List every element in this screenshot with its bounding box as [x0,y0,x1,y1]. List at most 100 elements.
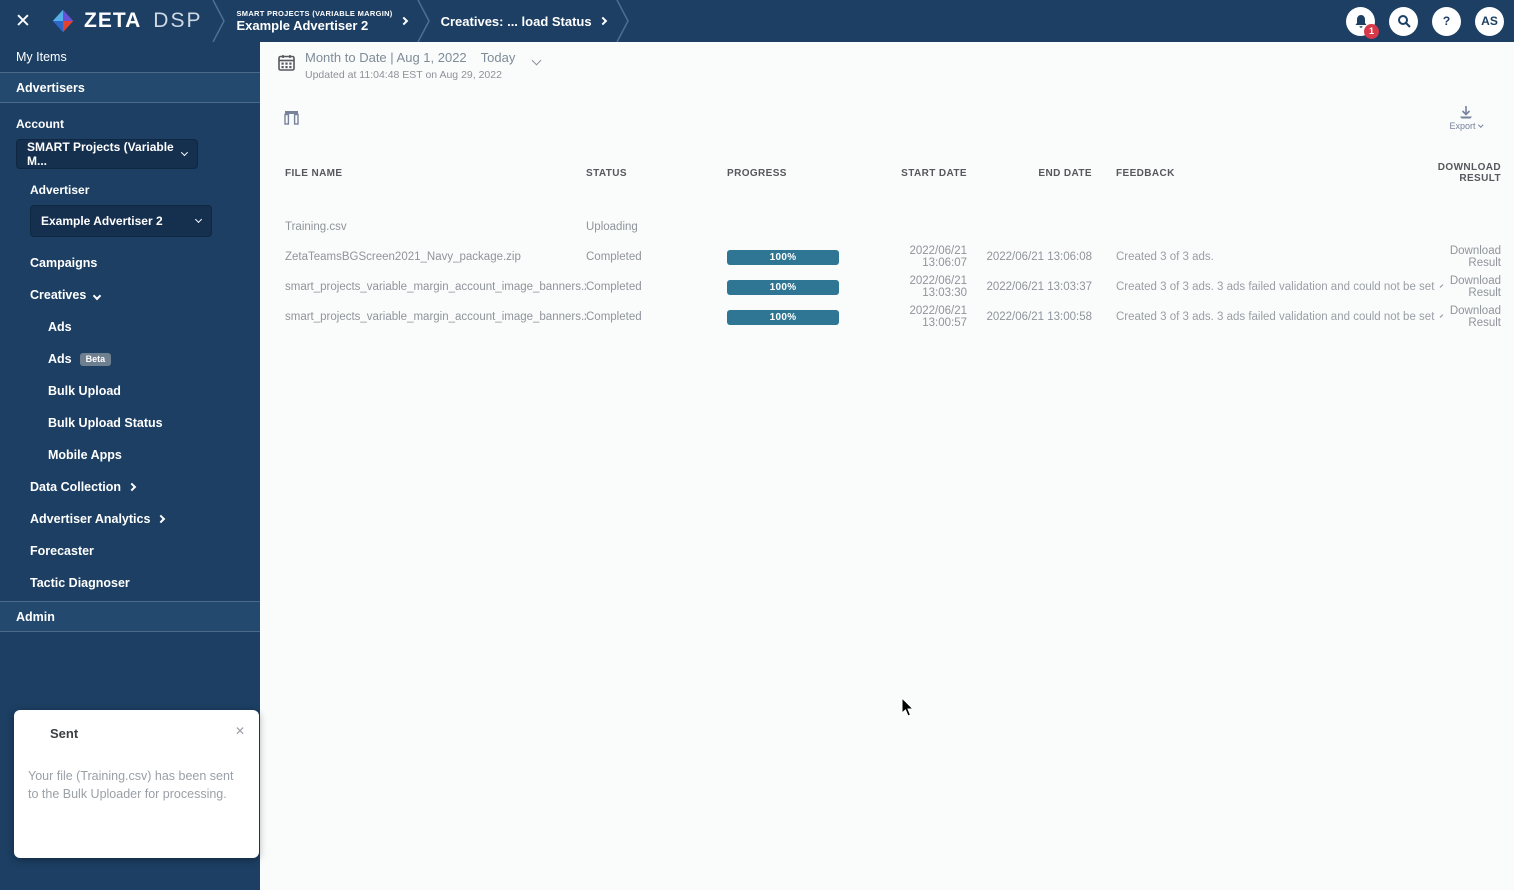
download-icon [1458,106,1474,120]
table-row: smart_projects_variable_margin_account_i… [285,302,1501,332]
sidebar-item-advertiser-analytics[interactable]: Advertiser Analytics [0,503,260,535]
table-row: Training.csv Uploading [285,212,1501,242]
sidebar-item-data-collection[interactable]: Data Collection [0,471,260,503]
cell-start-date: 2022/06/21 13:03:30 [875,275,967,299]
advertiser-label: Advertiser [0,183,260,197]
account-label: Account [0,117,260,131]
export-label: Export [1449,121,1475,131]
cell-progress: 100% [727,250,875,265]
header-status[interactable]: STATUS [586,168,727,179]
breadcrumb-advertiser-label: Example Advertiser 2 [236,18,392,34]
avatar[interactable]: AS [1475,7,1504,36]
notification-badge: 1 [1364,24,1379,39]
cell-end-date: 2022/06/21 13:03:37 [967,281,1092,293]
breadcrumb-separator-icon [417,0,431,42]
cell-feedback: Created 3 of 3 ads. [1092,251,1416,263]
date-range-control[interactable]: Month to Date | Aug 1, 2022 Today Update… [278,50,540,81]
table-header: FILE NAME STATUS PROGRESS START DATE END… [285,162,1501,182]
sidebar-item-campaigns[interactable]: Campaigns [0,247,260,279]
cell-status: Completed [586,251,727,263]
header-file-name[interactable]: FILE NAME [285,168,586,179]
nav-label: Tactic Diagnoser [30,567,130,599]
nav-label: Bulk Upload [48,375,121,407]
account-select-value: SMART Projects (Variable M... [27,140,182,168]
beta-badge: Beta [80,353,112,366]
nav-label: Ads [48,311,72,343]
close-icon[interactable]: ✕ [0,10,46,33]
breadcrumb-page-label: Creatives: ... load Status [441,14,592,29]
nav-label: Advertiser Analytics [30,503,150,535]
chevron-right-icon [128,483,136,491]
nav-label: Mobile Apps [48,439,122,471]
sidebar-item-bulk-upload[interactable]: Bulk Upload [0,375,260,407]
download-result-link[interactable]: Download Result [1416,245,1501,269]
cell-file-name: smart_projects_variable_margin_account_i… [285,311,586,323]
brand-logo[interactable]: ZETA DSP [50,8,202,34]
sidebar-item-ads-beta[interactable]: Ads Beta [0,343,260,375]
progress-bar: 100% [727,280,839,295]
nav-label: Ads [48,343,72,375]
date-range-value: Month to Date | Aug 1, 2022 [305,50,467,65]
breadcrumb-page[interactable]: Creatives: ... load Status [441,14,606,29]
sidebar-item-admin[interactable]: Admin [0,601,260,632]
updated-timestamp: Updated at 11:04:48 EST on Aug 29, 2022 [305,69,540,81]
cell-start-date: 2022/06/21 13:06:07 [875,245,967,269]
breadcrumb-separator-icon [212,0,226,42]
search-button[interactable] [1389,7,1418,36]
chevron-down-icon [1478,123,1483,128]
breadcrumb-separator-icon [616,0,630,42]
brand-zeta: ZETA [84,9,141,33]
main-content: Month to Date | Aug 1, 2022 Today Update… [260,42,1514,890]
progress-bar: 100% [727,310,839,325]
export-button[interactable]: Export [1449,106,1482,131]
download-result-link[interactable]: Download Result [1416,305,1501,329]
header-progress[interactable]: PROGRESS [727,168,875,179]
top-bar: ✕ ZETA DSP SMART PROJECTS (VARIABLE MARG… [0,0,1514,42]
sidebar-item-creatives[interactable]: Creatives [0,279,260,311]
sidebar-item-tactic-diagnoser[interactable]: Tactic Diagnoser [0,567,260,599]
cell-end-date: 2022/06/21 13:00:58 [967,311,1092,323]
cell-feedback: Created 3 of 3 ads. 3 ads failed validat… [1092,281,1416,293]
cell-file-name: smart_projects_variable_margin_account_i… [285,281,586,293]
nav-label: Forecaster [30,535,94,567]
brand-dsp: DSP [153,9,202,33]
chevron-down-icon[interactable] [532,56,542,66]
account-select[interactable]: SMART Projects (Variable M... [16,139,198,169]
cell-end-date: 2022/06/21 13:06:08 [967,251,1092,263]
columns-icon[interactable] [284,110,299,125]
sidebar-item-my-items[interactable]: My Items [0,42,260,72]
header-end-date[interactable]: END DATE [967,168,1092,179]
nav-label: Data Collection [30,471,121,503]
cell-feedback: Created 3 of 3 ads. 3 ads failed validat… [1092,311,1416,323]
help-icon: ? [1443,14,1450,28]
header-feedback[interactable]: FEEDBACK [1092,168,1416,179]
cell-status: Uploading [586,221,727,233]
toast-sent: Sent ✕ Your file (Training.csv) has been… [14,710,259,858]
notifications-button[interactable]: 1 [1346,7,1375,36]
header-start-date[interactable]: START DATE [875,168,967,179]
sidebar: My Items Advertisers Account SMART Proje… [0,42,260,890]
advertiser-select[interactable]: Example Advertiser 2 [30,205,212,237]
sidebar-item-forecaster[interactable]: Forecaster [0,535,260,567]
sidebar-item-mobile-apps[interactable]: Mobile Apps [0,439,260,471]
advertiser-select-value: Example Advertiser 2 [41,214,163,228]
toast-body: Your file (Training.csv) has been sent t… [28,767,245,803]
sidebar-item-ads[interactable]: Ads [0,311,260,343]
sidebar-item-advertisers[interactable]: Advertisers [0,72,260,103]
toast-close-icon[interactable]: ✕ [235,724,245,738]
cell-status: Completed [586,281,727,293]
today-button[interactable]: Today [481,50,516,65]
sidebar-item-bulk-upload-status[interactable]: Bulk Upload Status [0,407,260,439]
nav-label: Bulk Upload Status [48,407,163,439]
cell-file-name: ZetaTeamsBGScreen2021_Navy_package.zip [285,251,586,263]
help-button[interactable]: ? [1432,7,1461,36]
nav-label: Creatives [30,279,86,311]
chevron-right-icon [399,17,407,25]
cell-progress: 100% [727,280,875,295]
chevron-down-icon [181,149,188,156]
chevron-right-icon [598,17,606,25]
nav-label: Campaigns [30,247,97,279]
header-download-result[interactable]: DOWNLOAD RESULT [1416,162,1501,184]
breadcrumb-advertiser[interactable]: SMART PROJECTS (VARIABLE MARGIN) Example… [236,9,406,34]
download-result-link[interactable]: Download Result [1416,275,1501,299]
